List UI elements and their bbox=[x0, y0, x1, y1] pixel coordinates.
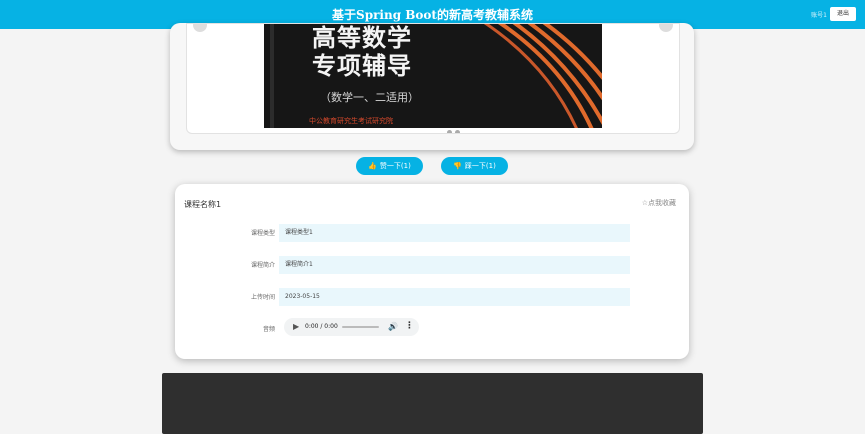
field-value: 课程类型1 bbox=[279, 224, 630, 242]
dislike-button[interactable]: 👎 踩一下(1) bbox=[441, 157, 508, 175]
image-carousel: 高等数学 专项辅导 （数学一、二适用） 中公教育研究生考试研究院 bbox=[170, 23, 694, 150]
cover-spine bbox=[270, 24, 274, 128]
field-label: 上传时间 bbox=[250, 294, 275, 301]
like-button[interactable]: 👍 赞一下(1) bbox=[356, 157, 423, 175]
carousel-dot[interactable] bbox=[455, 130, 460, 133]
thumbs-down-icon: 👎 bbox=[453, 162, 462, 170]
field-value: 2023-05-15 bbox=[279, 288, 630, 306]
book-cover-image: 高等数学 专项辅导 （数学一、二适用） 中公教育研究生考试研究院 bbox=[264, 24, 602, 128]
carousel-viewport: 高等数学 专项辅导 （数学一、二适用） 中公教育研究生考试研究院 bbox=[186, 23, 680, 134]
current-user-label[interactable]: 账号1 bbox=[811, 10, 827, 19]
more-options-icon[interactable]: ⋮ bbox=[405, 321, 414, 331]
site-title: 基于Spring Boot的新高考教辅系统 bbox=[332, 8, 533, 22]
carousel-dot[interactable] bbox=[447, 130, 452, 133]
thumbs-up-icon: 👍 bbox=[368, 162, 377, 170]
audio-time: 0:00 / 0:00 bbox=[305, 323, 338, 330]
field-label: 音频 bbox=[262, 326, 275, 333]
audio-progress-slider[interactable] bbox=[342, 326, 379, 328]
play-icon[interactable]: ▶ bbox=[293, 322, 299, 331]
course-name: 课程名称1 bbox=[184, 200, 222, 209]
field-row-audio: 音频 bbox=[175, 320, 689, 338]
field-row-intro: 课程简介 课程简介1 bbox=[175, 256, 689, 274]
field-label: 课程简介 bbox=[250, 262, 275, 269]
cover-title-line2: 专项辅导 bbox=[312, 52, 412, 80]
carousel-next-arrow-icon[interactable] bbox=[659, 24, 673, 32]
dark-content-panel bbox=[162, 373, 703, 434]
cover-subtitle: （数学一、二适用） bbox=[320, 91, 419, 104]
volume-icon[interactable]: 🔊 bbox=[388, 322, 398, 331]
dislike-label: 踩一下(1) bbox=[464, 162, 496, 170]
carousel-prev-arrow-icon[interactable] bbox=[193, 24, 207, 32]
field-label: 课程类型 bbox=[250, 230, 275, 237]
audio-player[interactable]: ▶ 0:00 / 0:00 🔊 ⋮ bbox=[284, 318, 419, 336]
carousel-dot[interactable] bbox=[439, 130, 444, 133]
field-row-type: 课程类型 课程类型1 bbox=[175, 224, 689, 242]
field-value: 课程简介1 bbox=[279, 256, 630, 274]
logout-button[interactable]: 退出 bbox=[830, 7, 856, 21]
favorite-button[interactable]: ☆点我收藏 bbox=[642, 198, 676, 208]
like-label: 赞一下(1) bbox=[379, 162, 411, 170]
carousel-indicators bbox=[439, 120, 463, 133]
course-detail-card: 课程名称1 ☆点我收藏 课程类型 课程类型1 课程简介 课程简介1 上传时间 2… bbox=[175, 184, 689, 359]
cover-publisher: 中公教育研究生考试研究院 bbox=[309, 117, 393, 125]
field-row-upload-time: 上传时间 2023-05-15 bbox=[175, 288, 689, 306]
